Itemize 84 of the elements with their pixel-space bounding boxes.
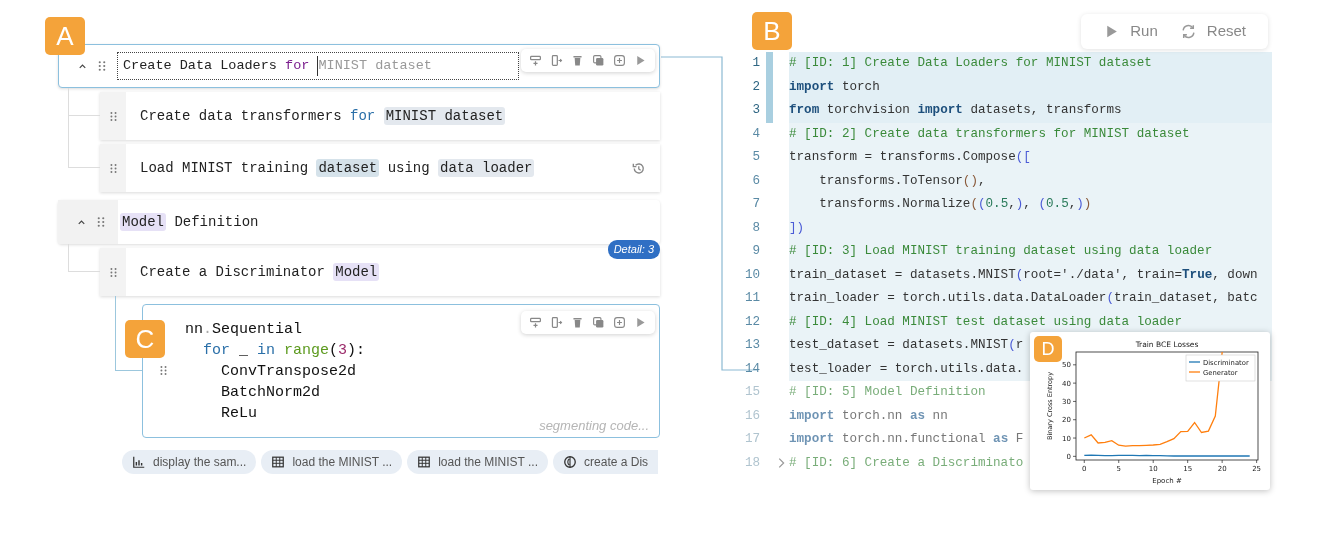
step-text: Load MINIST training dataset using data loader — [140, 157, 535, 179]
code-line: import torch — [789, 78, 880, 96]
line-number: 12 — [743, 313, 760, 331]
line-number: 2 — [751, 78, 760, 96]
insert-below-icon[interactable] — [529, 316, 542, 329]
line-number: 4 — [751, 125, 760, 143]
insert-below-icon[interactable] — [529, 54, 542, 67]
code-line: ]) — [789, 219, 805, 237]
line-number: 17 — [743, 431, 760, 449]
line-number: 3 — [751, 102, 760, 120]
code-line: # [ID: 3] Load MINIST training dataset using data loader — [789, 243, 1213, 261]
split-icon[interactable] — [550, 316, 563, 329]
code-line: test_loader = torch.utils.data. — [789, 360, 1024, 378]
code-line: # [ID: 5] Model Definition — [789, 384, 986, 402]
code-line: import torch.nn as nn — [789, 407, 948, 425]
line-number: 11 — [743, 290, 760, 308]
detail-badge: Detail: 3 — [607, 240, 660, 259]
toolbar-button[interactable]: Run — [1103, 20, 1158, 43]
code-line: # [ID: 2] Create data transformers for MINIST dataset — [789, 125, 1190, 143]
status-text: segmenting code... — [539, 416, 649, 435]
bar-chart-icon — [132, 455, 146, 469]
table-icon — [417, 455, 432, 469]
table-icon — [271, 455, 286, 469]
code-line: # [ID: 4] Load MINIST test dataset using data loader — [789, 313, 1182, 331]
run-icon[interactable] — [634, 316, 647, 329]
step-card[interactable]: Load MINIST training dataset using data loader — [100, 144, 660, 192]
delete-icon[interactable] — [571, 54, 584, 67]
split-icon[interactable] — [550, 54, 563, 67]
callout-label: B — [752, 12, 792, 50]
line-number: 15 — [743, 384, 760, 402]
callout-label: C — [125, 320, 165, 358]
code-line: ConvTranspose2d — [220, 362, 358, 382]
line-number: 13 — [743, 337, 760, 355]
legend-box — [1185, 354, 1256, 382]
delete-icon[interactable] — [571, 316, 584, 329]
code-line: train_dataset = datasets.MNIST(root='./data', train=True, down — [789, 266, 1258, 284]
title-input[interactable]: Create Data Loaders for MINIST dataset — [117, 52, 519, 80]
suggestion-chip[interactable]: display the sam... — [122, 450, 257, 474]
run-icon[interactable] — [634, 54, 647, 67]
line-number: 10 — [743, 266, 760, 284]
history-icon[interactable] — [631, 160, 646, 176]
line-number: 1 — [751, 55, 760, 73]
copy-icon[interactable] — [592, 54, 605, 67]
drag-handle-icon[interactable] — [96, 60, 108, 72]
line-number: 14 — [743, 360, 760, 378]
code-line: BatchNorm2d — [220, 383, 322, 403]
add-icon[interactable] — [613, 316, 626, 329]
line-number: 6 — [751, 172, 760, 190]
step-card[interactable]: Create data transformers for MINIST dataset — [100, 92, 660, 140]
drag-handle-icon[interactable] — [107, 266, 119, 278]
code-line: import torch.nn.functional as F — [789, 431, 1024, 449]
line-number: 16 — [743, 407, 760, 425]
code-line: transforms.Normalize((0.5,), (0.5,)) — [818, 196, 1092, 214]
line-number: 7 — [751, 196, 760, 214]
code-line: for _ in range(3): — [202, 341, 367, 361]
drag-handle-icon[interactable] — [95, 216, 107, 228]
drag-handle-icon[interactable] — [157, 365, 169, 376]
suggestion-chip[interactable]: load the MINIST ... — [261, 450, 403, 474]
section-title: Model Definition — [120, 211, 259, 233]
drag-handle-icon[interactable] — [107, 162, 119, 174]
callout-label: A — [45, 17, 85, 55]
line-number: 8 — [751, 219, 760, 237]
code-line: test_dataset = datasets.MNIST(r — [789, 337, 1024, 355]
drag-handle-icon[interactable] — [107, 110, 119, 122]
code-line: transforms.ToTensor(), — [818, 172, 986, 190]
line-number: 5 — [751, 149, 760, 167]
code-line: # [ID: 1] Create Data Loaders for MINIST dataset — [789, 55, 1152, 73]
add-icon[interactable] — [613, 54, 626, 67]
code-line: transform = transforms.Compose([ — [789, 149, 1031, 167]
circle-icon — [563, 455, 578, 469]
suggestion-chip[interactable]: create a Dis — [553, 450, 659, 474]
callout-label: D — [1034, 336, 1062, 362]
line-number: 18 — [743, 454, 760, 472]
line-number: 9 — [751, 243, 760, 261]
code-line: nn.Sequential — [185, 320, 304, 340]
code-line: ReLu — [220, 404, 258, 424]
toolbar-button[interactable]: Reset — [1179, 20, 1246, 43]
step-text: Create a Discriminator Model — [140, 261, 380, 283]
suggestion-chip[interactable]: load the MINIST ... — [407, 450, 549, 474]
code-line: train_loader = torch.utils.data.DataLoader(train_dataset, batc — [789, 290, 1258, 308]
code-line: # [ID: 6] Create a Discriminato — [789, 454, 1024, 472]
code-line: from torchvision import datasets, transforms — [789, 102, 1122, 120]
copy-icon[interactable] — [592, 316, 605, 329]
step-text: Create data transformers for MINIST dataset — [140, 105, 506, 127]
